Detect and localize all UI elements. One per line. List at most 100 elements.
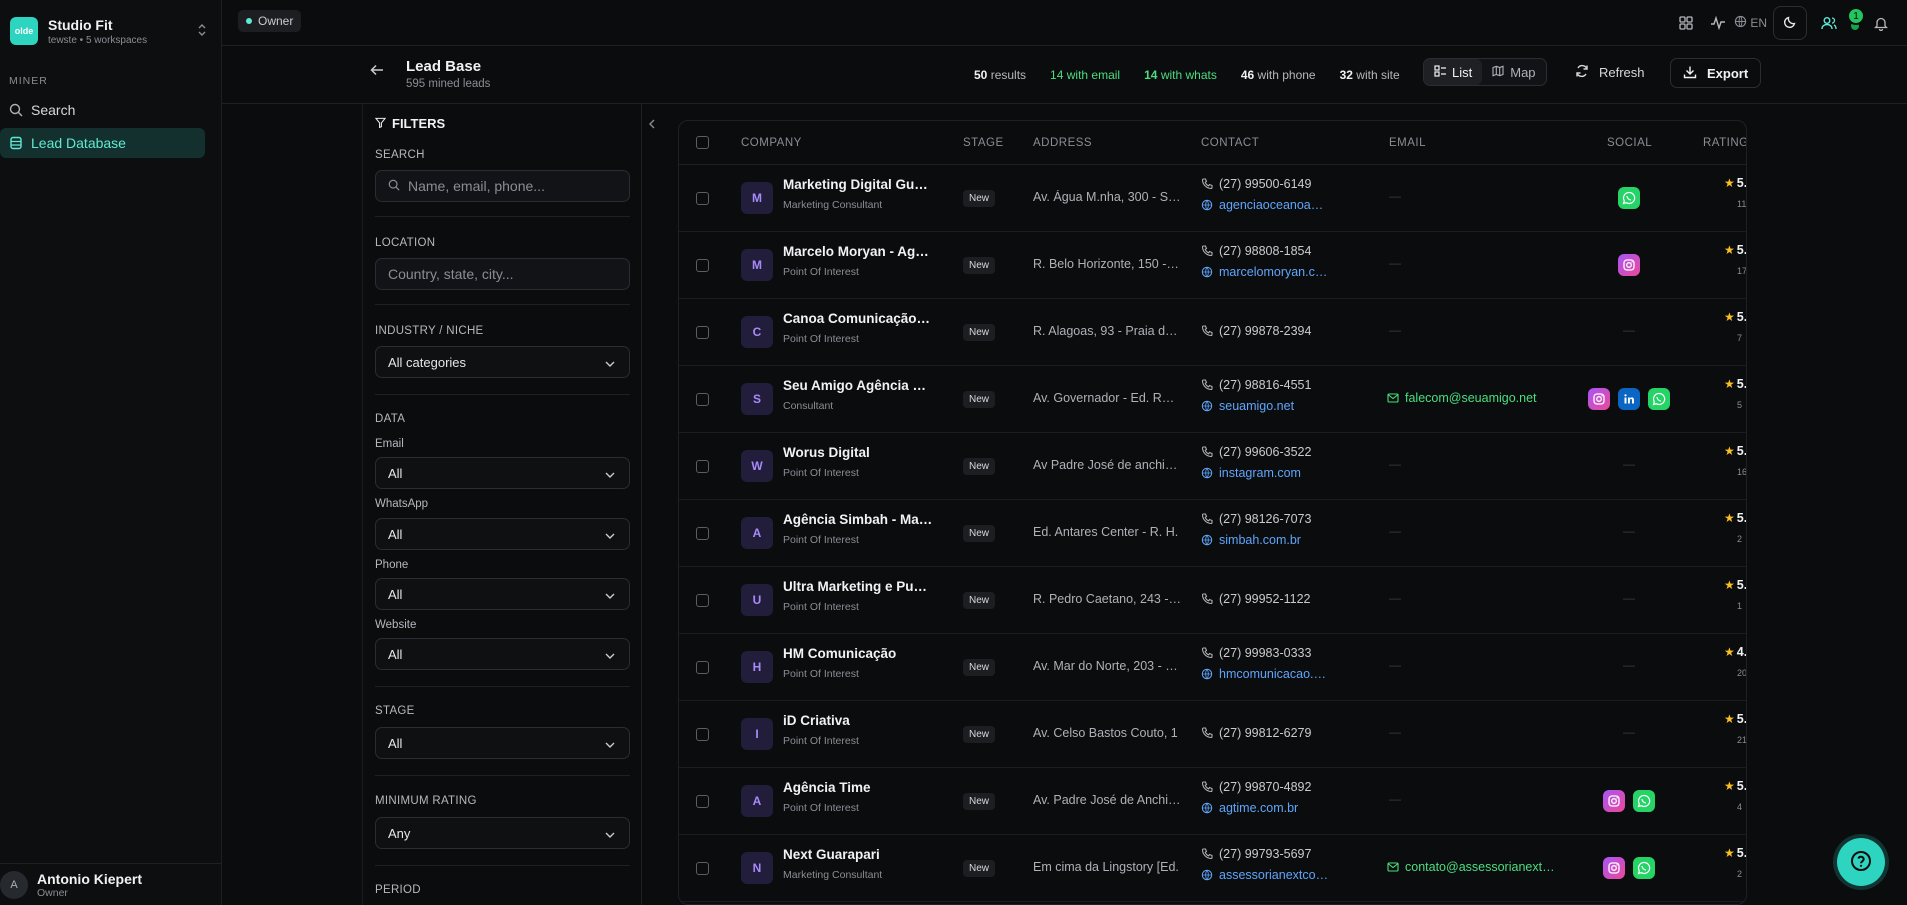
company-avatar: M	[741, 249, 773, 281]
row-checkbox[interactable]	[696, 192, 709, 205]
theme-toggle[interactable]	[1773, 6, 1807, 40]
website-link[interactable]: hmcomunicacao.com.br	[1201, 667, 1329, 681]
website-link[interactable]: seuamigo.net	[1201, 399, 1329, 413]
row-checkbox[interactable]	[696, 259, 709, 272]
min-rating-select[interactable]: Any	[375, 817, 630, 849]
column-company[interactable]: COMPANY	[741, 137, 802, 149]
table-row[interactable]: IiD Criativa Point Of Interest New Av. Cels…	[679, 701, 1746, 768]
instagram-icon[interactable]	[1588, 388, 1610, 410]
phone-link[interactable]: (27) 99870-4892	[1201, 780, 1311, 794]
table-row[interactable]: U Ultra Marketing e Publicidade Point Of I…	[679, 567, 1746, 634]
sidebar-item-search[interactable]: Search	[0, 95, 205, 125]
industry-select[interactable]: All categories	[375, 346, 630, 378]
row-checkbox[interactable]	[696, 594, 709, 607]
select-all-checkbox[interactable]	[696, 136, 709, 149]
row-checkbox[interactable]	[696, 326, 709, 339]
stage-select[interactable]: All	[375, 727, 630, 759]
row-checkbox[interactable]	[696, 862, 709, 875]
website-select[interactable]: All	[375, 638, 630, 670]
company-name[interactable]: Marketing Digital Guarapari	[783, 177, 933, 192]
company-name[interactable]: HM Comunicação	[783, 646, 933, 661]
table-row[interactable]: A Agência Simbah - Marketing Point Of Inte…	[679, 500, 1746, 567]
column-stage[interactable]: STAGE	[963, 137, 1004, 149]
phone-link[interactable]: (27) 98126-7073	[1201, 512, 1311, 526]
whatsapp-icon[interactable]	[1618, 187, 1640, 209]
workspace-switcher[interactable]: olde Studio Fit tewste • 5 workspaces	[10, 14, 210, 48]
column-email[interactable]: EMAIL	[1389, 137, 1426, 149]
company-name[interactable]: Seu Amigo Agência Digital	[783, 378, 933, 393]
whatsapp-select[interactable]: All	[375, 518, 630, 550]
company-name[interactable]: Marcelo Moryan - Agência	[783, 244, 933, 259]
phone-link[interactable]: (27) 99606-3522	[1201, 445, 1311, 459]
phone-link[interactable]: (27) 99878-2394	[1201, 324, 1311, 338]
website-link[interactable]: agtime.com.br	[1201, 801, 1329, 815]
column-address[interactable]: ADDRESS	[1033, 137, 1092, 149]
view-map-button[interactable]: Map	[1482, 59, 1545, 85]
table-row[interactable]: A Agência Time Point Of Interest New Av. Pad…	[679, 768, 1746, 835]
email-link[interactable]: falecom@seuamigo.net	[1387, 391, 1557, 405]
language-switcher[interactable]: EN	[1734, 15, 1767, 31]
company-name[interactable]: iD Criativa	[783, 713, 933, 728]
company-name[interactable]: Agência Time	[783, 780, 933, 795]
row-checkbox[interactable]	[696, 527, 709, 540]
column-contact[interactable]: CONTACT	[1201, 137, 1259, 149]
user-menu[interactable]: A Antonio Kiepert Owner	[0, 863, 222, 905]
phone-link[interactable]: (27) 98808-1854	[1201, 244, 1311, 258]
instagram-icon[interactable]	[1618, 254, 1640, 276]
email-select[interactable]: All	[375, 457, 630, 489]
table-row[interactable]: S Seu Amigo Agência Digital Consultant New A…	[679, 366, 1746, 433]
view-list-button[interactable]: List	[1424, 59, 1483, 85]
table-row[interactable]: M Marcelo Moryan - Agência Point Of Intere…	[679, 232, 1746, 299]
company-name[interactable]: Next Guarapari	[783, 847, 933, 862]
users-icon[interactable]	[1813, 7, 1845, 39]
phone-link[interactable]: (27) 99812-6279	[1201, 726, 1311, 740]
company-name[interactable]: Ultra Marketing e Publicidade	[783, 579, 933, 594]
collapse-filters-icon[interactable]	[648, 118, 656, 132]
website-link[interactable]: marcelomoryan.com.br	[1201, 265, 1329, 279]
table-row[interactable]: N Next Guarapari Marketing Consultant New Em…	[679, 835, 1746, 902]
activity-icon[interactable]	[1702, 7, 1734, 39]
whatsapp-icon[interactable]	[1633, 790, 1655, 812]
company-name[interactable]: Canoa Comunicação - Marketing	[783, 311, 933, 326]
website-link[interactable]: agenciaoceanoazul.com.br	[1201, 198, 1329, 212]
help-button[interactable]	[1837, 838, 1885, 886]
notifications-status[interactable]: 1	[1845, 7, 1865, 39]
refresh-button[interactable]: Refresh	[1575, 58, 1645, 86]
row-checkbox[interactable]	[696, 728, 709, 741]
phone-link[interactable]: (27) 99952-1122	[1201, 592, 1311, 606]
table-row[interactable]: M Marketing Digital Guarapari Marketing Co…	[679, 165, 1746, 232]
bell-icon[interactable]	[1865, 7, 1897, 39]
row-checkbox[interactable]	[696, 393, 709, 406]
column-social[interactable]: SOCIAL	[1607, 137, 1652, 149]
phone-link[interactable]: (27) 98816-4551	[1201, 378, 1311, 392]
phone-select[interactable]: All	[375, 578, 630, 610]
company-name[interactable]: Agência Simbah - Marketing	[783, 512, 933, 527]
website-link[interactable]: simbah.com.br	[1201, 533, 1329, 547]
table-row[interactable]: W Worus Digital Point Of Interest New Av Pad…	[679, 433, 1746, 500]
export-button[interactable]: Export	[1670, 58, 1762, 88]
sidebar-item-lead-database[interactable]: Lead Database	[0, 128, 205, 158]
email-link[interactable]: contato@assessorianextcomunicacao.com	[1387, 860, 1557, 874]
search-input[interactable]: Name, email, phone...	[375, 170, 630, 202]
website-link[interactable]: assessorianextcomunicacao.com	[1201, 868, 1329, 882]
table-row[interactable]: C Canoa Comunicação - Marketing Point Of I…	[679, 299, 1746, 366]
column-rating[interactable]: RATING	[1703, 137, 1746, 149]
row-checkbox[interactable]	[696, 661, 709, 674]
phone-link[interactable]: (27) 99500-6149	[1201, 177, 1311, 191]
row-checkbox[interactable]	[696, 460, 709, 473]
location-input[interactable]: Country, state, city...	[375, 258, 630, 290]
whatsapp-icon[interactable]	[1648, 388, 1670, 410]
apps-grid-icon[interactable]	[1670, 7, 1702, 39]
table-row[interactable]: H HM Comunicação Point Of Interest New Av. M…	[679, 634, 1746, 701]
linkedin-icon[interactable]	[1618, 388, 1640, 410]
instagram-icon[interactable]	[1603, 857, 1625, 879]
row-checkbox[interactable]	[696, 795, 709, 808]
instagram-icon[interactable]	[1603, 790, 1625, 812]
phone-link[interactable]: (27) 99983-0333	[1201, 646, 1311, 660]
back-arrow-icon[interactable]	[370, 64, 384, 79]
phone-link[interactable]: (27) 99793-5697	[1201, 847, 1311, 861]
website-text: instagram.com	[1219, 466, 1301, 480]
company-name[interactable]: Worus Digital	[783, 445, 933, 460]
website-link[interactable]: instagram.com	[1201, 466, 1329, 480]
whatsapp-icon[interactable]	[1633, 857, 1655, 879]
